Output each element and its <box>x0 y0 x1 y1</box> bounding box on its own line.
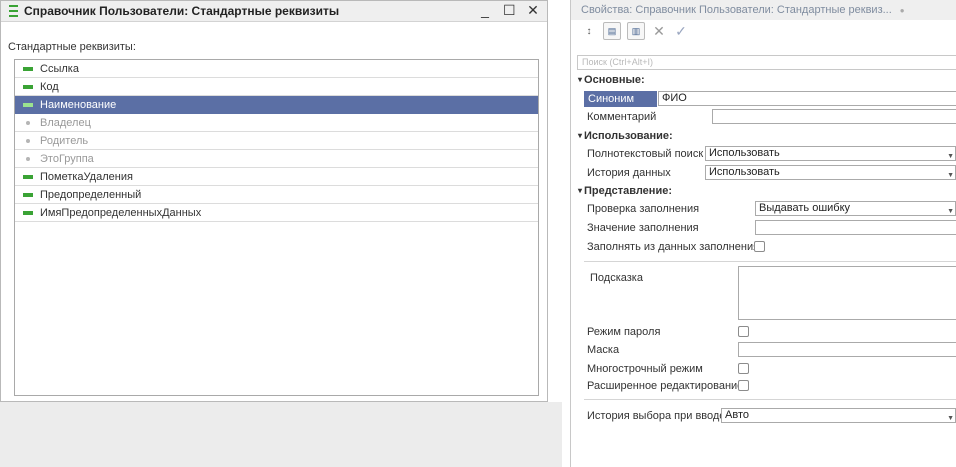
divider <box>584 399 956 400</box>
tooltip-field[interactable] <box>738 266 956 320</box>
fill-value-field[interactable] <box>755 220 956 235</box>
chevron-down-icon: ▼ <box>947 153 954 160</box>
list-item-label: Предопределенный <box>40 188 142 201</box>
divider <box>584 261 956 262</box>
maximize-button[interactable]: ☐ <box>503 2 516 19</box>
fill-check-select[interactable]: Выдавать ошибку ▼ <box>755 201 956 216</box>
multiline-checkbox[interactable] <box>738 363 749 374</box>
list-item[interactable]: Родитель <box>15 132 538 150</box>
comment-field[interactable] <box>712 109 956 124</box>
properties-title-bar[interactable]: Свойства: Справочник Пользователи: Станд… <box>571 0 956 20</box>
window-title-bar[interactable]: Справочник Пользователи: Стандартные рек… <box>1 1 547 22</box>
choice-history-select[interactable]: Авто ▼ <box>721 408 956 423</box>
history-label: История данных <box>587 167 671 179</box>
section-view[interactable]: Представление: <box>578 185 672 197</box>
minimize-button[interactable]: _ <box>479 2 491 19</box>
clear-icon[interactable]: ✕ <box>651 23 667 39</box>
list-item[interactable]: Наименование <box>15 96 538 114</box>
attribute-icon <box>23 210 33 215</box>
list-item-label: Владелец <box>40 116 91 129</box>
properties-toolbar: ↕ ▤ ▥ ✕ ✓ <box>571 20 956 42</box>
list-item-label: Наименование <box>40 98 117 111</box>
choice-history-value: Авто <box>725 409 749 421</box>
properties-title: Свойства: Справочник Пользователи: Станд… <box>581 4 892 16</box>
list-item-label: ИмяПредопределенныхДанных <box>40 206 202 219</box>
list-caption: Стандартные реквизиты: <box>8 41 136 53</box>
extended-edit-label: Расширенное редактирование <box>587 380 744 392</box>
list-item[interactable]: Владелец <box>15 114 538 132</box>
list-item-label: Код <box>40 80 59 93</box>
inactive-attribute-icon <box>26 138 30 143</box>
tooltip-label: Подсказка <box>590 272 643 284</box>
list-item-label: Родитель <box>40 134 89 147</box>
close-button[interactable]: ✕ <box>527 2 539 19</box>
attribute-icon <box>23 174 33 179</box>
history-value: Использовать <box>709 166 780 178</box>
synonym-field[interactable]: ФИО <box>658 91 956 106</box>
list-item[interactable]: ИмяПредопределенныхДанных <box>15 204 538 222</box>
comment-label: Комментарий <box>587 111 657 123</box>
attribute-icon <box>23 66 33 71</box>
list-item-label: Ссылка <box>40 62 79 75</box>
empty-area <box>0 402 562 467</box>
catalog-icon <box>9 5 18 17</box>
synonym-label: Синоним <box>584 91 657 107</box>
fill-from-data-label: Заполнять из данных заполнения <box>587 241 760 253</box>
attribute-icon <box>23 84 33 89</box>
list-item[interactable]: Ссылка <box>15 60 538 78</box>
list-item[interactable]: ЭтоГруппа <box>15 150 538 168</box>
history-select[interactable]: Использовать ▼ <box>705 165 956 180</box>
fill-check-label: Проверка заполнения <box>587 203 700 215</box>
list-item[interactable]: Код <box>15 78 538 96</box>
check-icon[interactable]: ✓ <box>673 23 689 39</box>
list-item[interactable]: ПометкаУдаления <box>15 168 538 186</box>
inactive-attribute-icon <box>26 156 30 161</box>
chevron-down-icon: ▼ <box>947 415 954 422</box>
multiline-label: Многострочный режим <box>587 363 703 375</box>
password-mode-label: Режим пароля <box>587 326 661 338</box>
chevron-down-icon: ▼ <box>947 208 954 215</box>
fulltext-value: Использовать <box>709 147 780 159</box>
sort-icon[interactable]: ↕ <box>581 23 597 39</box>
section-main[interactable]: Основные: <box>578 74 645 86</box>
chevron-down-icon: ▼ <box>947 172 954 179</box>
password-mode-checkbox[interactable] <box>738 326 749 337</box>
fulltext-label: Полнотекстовый поиск <box>587 148 704 160</box>
fill-check-value: Выдавать ошибку <box>759 202 851 214</box>
list-item-label: ЭтоГруппа <box>40 152 94 165</box>
search-input[interactable]: Поиск (Ctrl+Alt+I) <box>577 55 956 70</box>
list-item[interactable]: Предопределенный <box>15 186 538 204</box>
section-usage[interactable]: Использование: <box>578 130 673 142</box>
attributes-list[interactable]: Ссылка Код Наименование Владелец Родитель Это… <box>14 59 539 396</box>
fill-from-data-checkbox[interactable] <box>754 241 765 252</box>
filter-icon[interactable]: ▥ <box>627 22 645 40</box>
attribute-icon <box>23 192 33 197</box>
choice-history-label: История выбора при вводе <box>587 410 726 422</box>
extended-edit-checkbox[interactable] <box>738 380 749 391</box>
list-item-label: ПометкаУдаления <box>40 170 133 183</box>
attribute-icon <box>23 102 33 107</box>
inactive-attribute-icon <box>26 120 30 125</box>
pin-icon[interactable]: ● <box>900 6 905 15</box>
fulltext-select[interactable]: Использовать ▼ <box>705 146 956 161</box>
categories-icon[interactable]: ▤ <box>603 22 621 40</box>
fill-value-label: Значение заполнения <box>587 222 699 234</box>
mask-field[interactable] <box>738 342 956 357</box>
mask-label: Маска <box>587 344 620 356</box>
window-title: Справочник Пользователи: Стандартные рек… <box>24 4 340 18</box>
